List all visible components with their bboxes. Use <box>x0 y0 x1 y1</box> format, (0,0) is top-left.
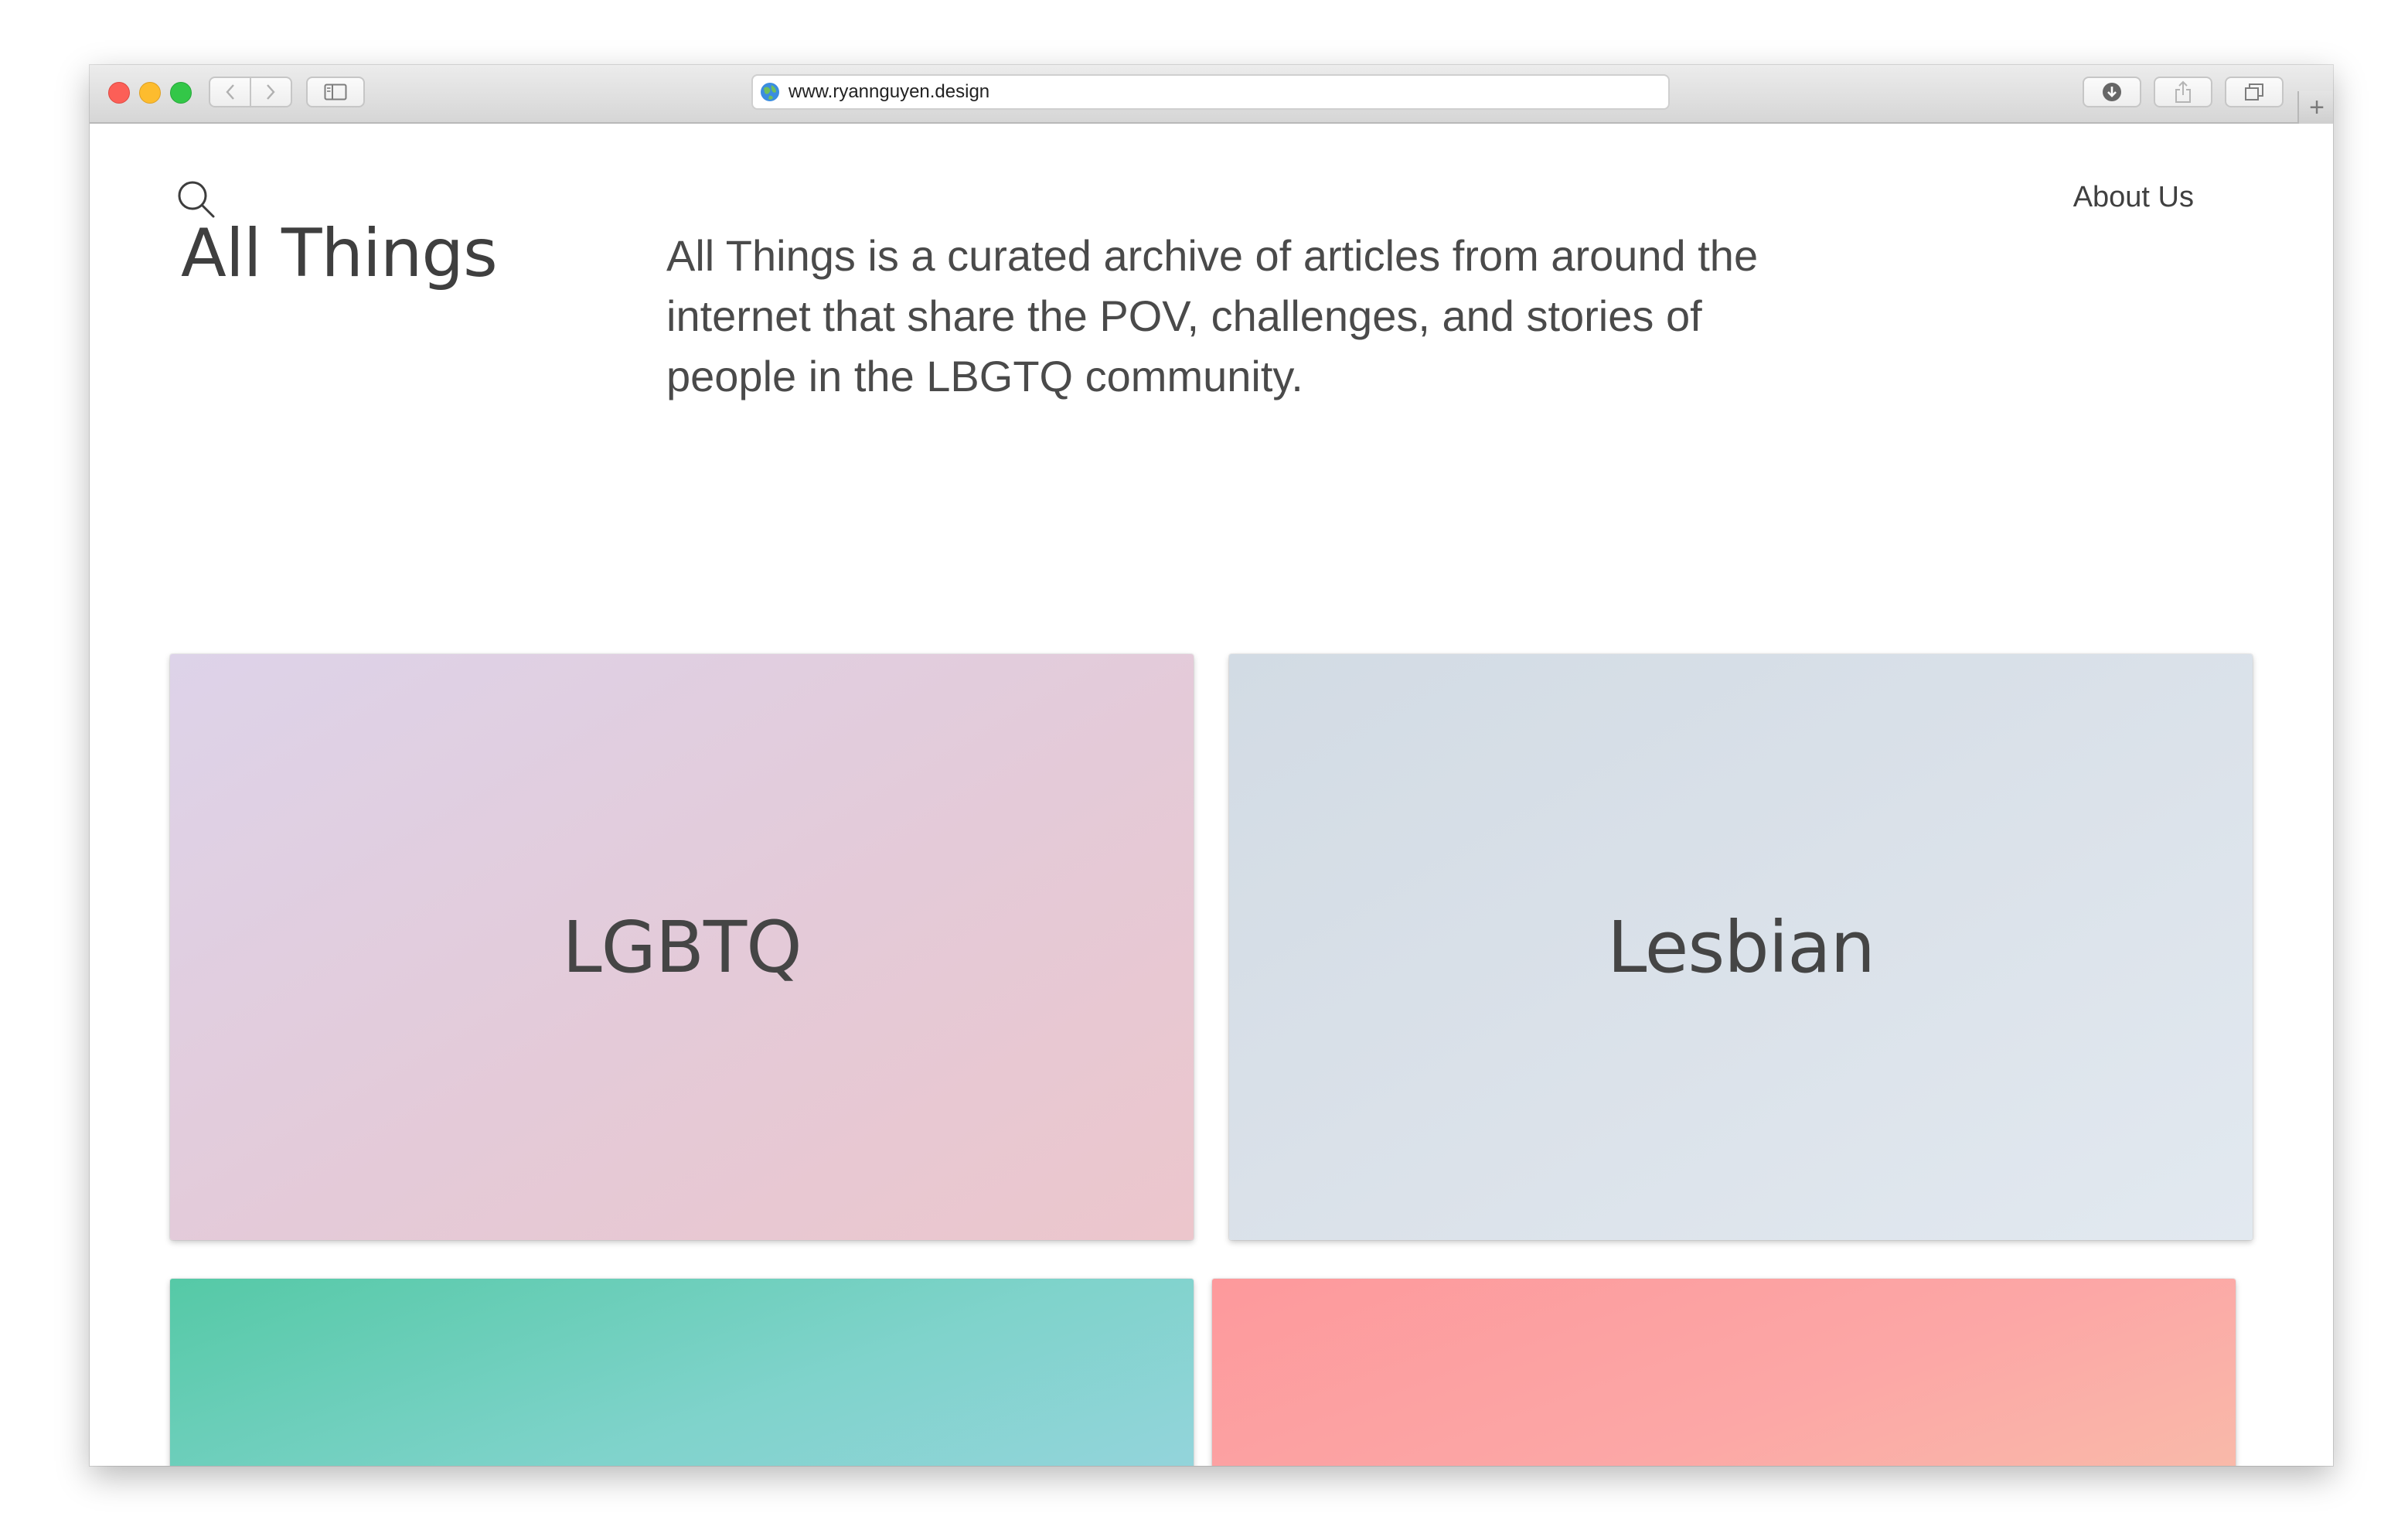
new-tab-button[interactable]: + <box>2297 91 2333 124</box>
intro-description: All Things is a curated archive of artic… <box>666 231 1759 400</box>
show-tabs-button[interactable] <box>2225 77 2284 107</box>
browser-window: www.ryannguyen.design + About Us All Thi… <box>90 65 2333 1466</box>
share-button[interactable] <box>2154 77 2212 107</box>
page-content: About Us All Things All Things is a cura… <box>90 124 2333 1466</box>
back-button[interactable] <box>210 78 250 106</box>
browser-toolbar: www.ryannguyen.design + <box>90 65 2333 124</box>
about-us-link[interactable]: About Us <box>2073 181 2194 214</box>
category-card-label: LGBTQ <box>562 905 802 989</box>
url-text: www.ryannguyen.design <box>788 81 990 102</box>
tabs-icon <box>2245 83 2263 101</box>
download-icon <box>2103 83 2121 101</box>
share-icon <box>2175 80 2191 103</box>
downloads-button[interactable] <box>2083 77 2141 107</box>
maximize-window-button[interactable] <box>170 82 192 104</box>
page-title: All Things <box>181 215 498 292</box>
category-card-teal[interactable] <box>170 1279 1194 1466</box>
category-card-lesbian[interactable]: Lesbian <box>1229 654 2253 1240</box>
address-bar[interactable]: www.ryannguyen.design <box>751 74 1670 110</box>
sidebar-icon <box>324 83 347 101</box>
history-nav-group <box>209 77 292 107</box>
search-icon[interactable] <box>176 179 216 220</box>
forward-button[interactable] <box>251 78 291 106</box>
chevron-left-icon <box>225 84 234 100</box>
category-card-label: Lesbian <box>1607 905 1875 989</box>
chevron-right-icon <box>267 84 276 100</box>
minimize-window-button[interactable] <box>139 82 161 104</box>
category-card-lgbtq[interactable]: LGBTQ <box>170 654 1194 1240</box>
category-card-coral[interactable] <box>1212 1279 2236 1466</box>
sidebar-toggle-button[interactable] <box>306 77 365 107</box>
close-window-button[interactable] <box>108 82 130 104</box>
globe-icon <box>759 81 781 103</box>
screen: www.ryannguyen.design + About Us All Thi… <box>0 0 2408 1530</box>
